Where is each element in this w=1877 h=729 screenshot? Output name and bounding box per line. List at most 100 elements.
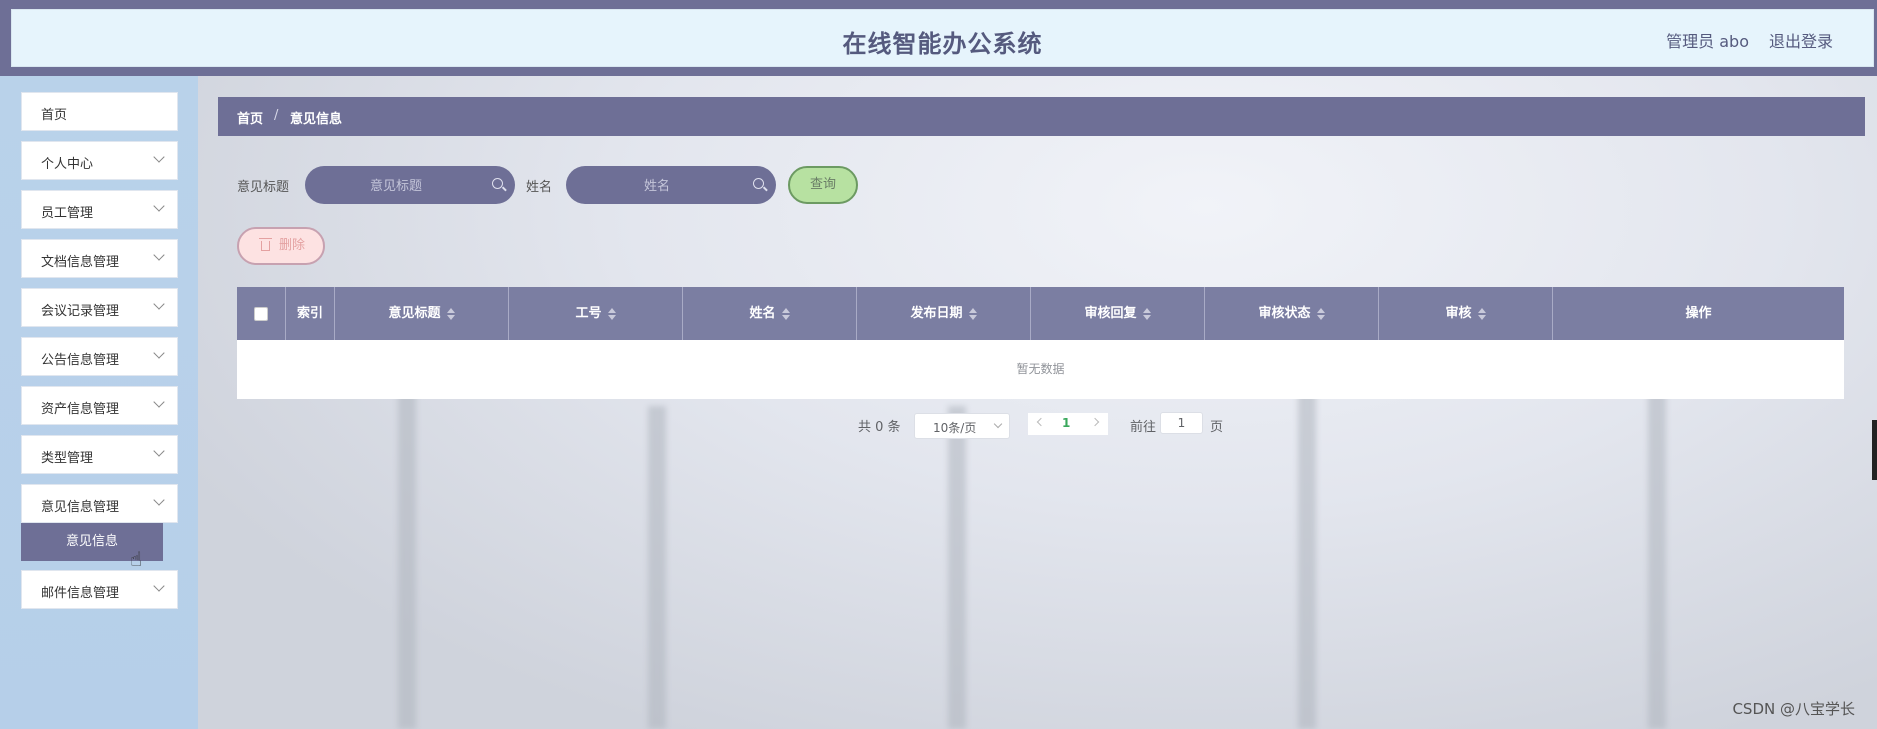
header: 在线智能办公系统 管理员 abo 退出登录 — [0, 8, 1877, 76]
sort-icon[interactable] — [607, 307, 616, 320]
title-search-input[interactable] — [319, 166, 473, 206]
name-search-input[interactable] — [580, 166, 734, 206]
prev-page-icon[interactable] — [1036, 417, 1046, 427]
sidebar-item-announcement[interactable]: 公告信息管理 — [21, 337, 178, 376]
top-band — [0, 0, 1877, 8]
breadcrumb: 首页 / 意见信息 — [218, 97, 1865, 136]
background-decoration — [1298, 366, 1316, 729]
select-all-checkbox[interactable] — [254, 306, 268, 321]
name-search-box — [566, 166, 776, 206]
search-icon — [753, 178, 764, 189]
sidebar-item-label: 首页 — [41, 108, 68, 123]
chevron-down-icon — [153, 249, 165, 261]
sidebar-item-label: 类型管理 — [41, 451, 94, 466]
logout-link[interactable]: 退出登录 — [1769, 28, 1833, 52]
page-size-select[interactable]: 10条/页 — [914, 413, 1010, 439]
title-search-box — [305, 166, 515, 206]
name-search-label: 姓名 — [526, 180, 553, 195]
column-header-label: 审核状态 — [1258, 306, 1311, 321]
query-button[interactable]: 查询 — [788, 166, 858, 204]
chevron-down-icon — [153, 494, 165, 506]
hand-cursor-icon: ☝ — [130, 547, 143, 571]
column-header-label: 姓名 — [749, 306, 776, 321]
title-search-label: 意见标题 — [237, 180, 290, 195]
sidebar-item-personal-center[interactable]: 个人中心 — [21, 141, 178, 180]
sidebar-item-feedback[interactable]: 意见信息管理 — [21, 484, 178, 523]
goto-page-input[interactable]: 1 — [1160, 412, 1203, 434]
table-empty-row: 暂无数据 — [237, 340, 1844, 399]
column-header-review[interactable]: 审核 — [1379, 287, 1553, 340]
sort-icon[interactable] — [1477, 307, 1486, 320]
breadcrumb-home[interactable]: 首页 — [237, 108, 263, 127]
sort-icon[interactable] — [781, 307, 790, 320]
column-header-review-status[interactable]: 审核状态 — [1205, 287, 1379, 340]
chevron-down-icon — [153, 396, 165, 408]
sort-icon[interactable] — [446, 307, 455, 320]
chevron-down-icon — [153, 347, 165, 359]
sidebar-item-home[interactable]: 首页 — [21, 92, 178, 131]
sidebar-item-document[interactable]: 文档信息管理 — [21, 239, 178, 278]
sidebar-item-asset[interactable]: 资产信息管理 — [21, 386, 178, 425]
goto-label: 前往 — [1130, 420, 1157, 435]
sort-icon[interactable] — [1142, 307, 1151, 320]
sidebar-item-label: 文档信息管理 — [41, 255, 120, 270]
watermark: CSDN @八宝学长 — [1732, 700, 1855, 718]
sidebar-item-label: 资产信息管理 — [41, 402, 120, 417]
sidebar: 首页 个人中心 员工管理 文档信息管理 会议记录管理 公告信息管理 资产信息管理… — [0, 76, 198, 729]
column-header-index: 索引 — [286, 287, 335, 340]
background-decoration — [648, 406, 666, 729]
column-header-review-reply[interactable]: 审核回复 — [1031, 287, 1205, 340]
search-icon — [492, 178, 503, 189]
sort-icon[interactable] — [1316, 307, 1325, 320]
delete-button[interactable]: 删除 — [237, 227, 325, 265]
page-suffix: 页 — [1210, 420, 1224, 435]
sidebar-item-type[interactable]: 类型管理 — [21, 435, 178, 474]
sidebar-item-meeting[interactable]: 会议记录管理 — [21, 288, 178, 327]
next-page-icon[interactable] — [1090, 417, 1100, 427]
user-info: 管理员 abo — [1666, 32, 1749, 51]
chevron-down-icon — [153, 200, 165, 212]
app-title: 在线智能办公系统 — [842, 30, 1043, 58]
sidebar-item-label: 个人中心 — [41, 157, 94, 172]
header-bar: 在线智能办公系统 管理员 abo 退出登录 — [11, 9, 1874, 67]
sort-icon[interactable] — [968, 307, 977, 320]
breadcrumb-current: 意见信息 — [290, 112, 343, 127]
data-table: 索引 意见标题 工号 姓名 发布日期 审核回复 审核状态 审核 操作 暂无数据 — [237, 287, 1844, 399]
column-header-label: 审核回复 — [1084, 306, 1137, 321]
chevron-down-icon — [153, 445, 165, 457]
main-content: 首页 / 意见信息 意见标题 姓名 查询 删除 索引 意见标题 工号 — [198, 76, 1877, 729]
background-decoration — [1648, 376, 1666, 729]
pagination-total: 共 0 条 — [858, 420, 901, 435]
sidebar-item-mail[interactable]: 邮件信息管理 — [21, 570, 178, 609]
sidebar-item-label: 邮件信息管理 — [41, 586, 120, 601]
table-header: 索引 意见标题 工号 姓名 发布日期 审核回复 审核状态 审核 操作 — [237, 287, 1844, 340]
pagination-nav: 1 — [1028, 413, 1108, 435]
background-decoration — [948, 406, 966, 729]
select-all-header — [237, 287, 286, 340]
column-header-label: 意见标题 — [388, 306, 441, 321]
trash-icon — [259, 238, 272, 251]
chevron-down-icon — [153, 298, 165, 310]
column-header-publish-date[interactable]: 发布日期 — [857, 287, 1031, 340]
column-header-label: 索引 — [296, 306, 323, 321]
scrollbar[interactable] — [1872, 420, 1877, 480]
page-size-value: 10条/页 — [933, 421, 977, 435]
sidebar-item-label: 意见信息管理 — [41, 500, 120, 515]
page-number[interactable]: 1 — [1062, 416, 1070, 430]
chevron-down-icon — [153, 580, 165, 592]
column-header-employee-id[interactable]: 工号 — [509, 287, 683, 340]
sidebar-item-label: 员工管理 — [41, 206, 94, 221]
breadcrumb-separator: / — [274, 108, 279, 123]
column-header-actions: 操作 — [1553, 287, 1844, 340]
background-decoration — [398, 376, 416, 729]
column-header-name[interactable]: 姓名 — [683, 287, 857, 340]
sidebar-item-label: 公告信息管理 — [41, 353, 120, 368]
chevron-down-icon — [993, 419, 1003, 429]
delete-button-label: 删除 — [279, 238, 306, 253]
column-header-label: 操作 — [1685, 306, 1712, 321]
sidebar-item-employee[interactable]: 员工管理 — [21, 190, 178, 229]
column-header-label: 发布日期 — [910, 306, 963, 321]
chevron-down-icon — [153, 151, 165, 163]
column-header-title[interactable]: 意见标题 — [335, 287, 509, 340]
sidebar-item-label: 会议记录管理 — [41, 304, 120, 319]
